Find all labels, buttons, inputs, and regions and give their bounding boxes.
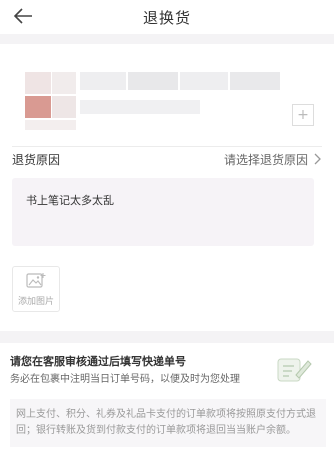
product-image-block — [52, 96, 76, 118]
chevron-right-icon — [314, 153, 321, 165]
edit-form-icon — [277, 358, 312, 382]
header-bar: 退换货 — [0, 0, 334, 34]
return-reason-placeholder: 请选择退货原因 — [223, 152, 308, 167]
return-reason-label: 退货原因 — [12, 152, 61, 167]
notice-title: 请您在客服审核通过后填写快递单号 — [10, 355, 186, 368]
refund-info-text: 网上支付、积分、礼券及礼品卡支付的订单款项将按照原支付方式退回；银行转账及货到付… — [10, 399, 326, 447]
product-info-blur — [80, 72, 126, 90]
page-title: 退换货 — [142, 8, 191, 27]
section-divider — [0, 331, 334, 343]
description-textarea[interactable]: 书上笔记太多太乱 — [12, 178, 314, 246]
back-button[interactable] — [10, 4, 36, 28]
image-add-icon — [26, 272, 46, 288]
product-card: + — [0, 44, 334, 144]
notice-subtitle: 务必在包裹中注明当日订单号码，以便及时为您处理 — [10, 374, 240, 385]
shipping-notice: 请您在客服审核通过后填写快递单号 务必在包裹中注明当日订单号码，以便及时为您处理 — [0, 343, 334, 393]
divider — [12, 146, 322, 147]
product-info-blur — [128, 72, 178, 90]
product-image-block — [25, 96, 51, 118]
add-photo-label: 添加图片 — [17, 296, 54, 307]
add-product-button[interactable]: + — [292, 104, 314, 126]
product-image-block — [25, 72, 51, 94]
add-photo-button[interactable]: 添加图片 — [12, 266, 60, 312]
product-info-blur — [180, 72, 228, 90]
back-arrow-icon — [13, 8, 32, 24]
product-info-blur — [80, 100, 200, 114]
description-text: 书上笔记太多太乱 — [26, 194, 114, 207]
product-image-block — [25, 120, 76, 130]
product-image-block — [52, 72, 76, 94]
section-divider — [0, 34, 334, 44]
plus-icon: + — [297, 107, 309, 123]
product-info-blur — [230, 72, 280, 90]
return-reason-selector[interactable]: 退货原因 请选择退货原因 — [12, 149, 322, 169]
